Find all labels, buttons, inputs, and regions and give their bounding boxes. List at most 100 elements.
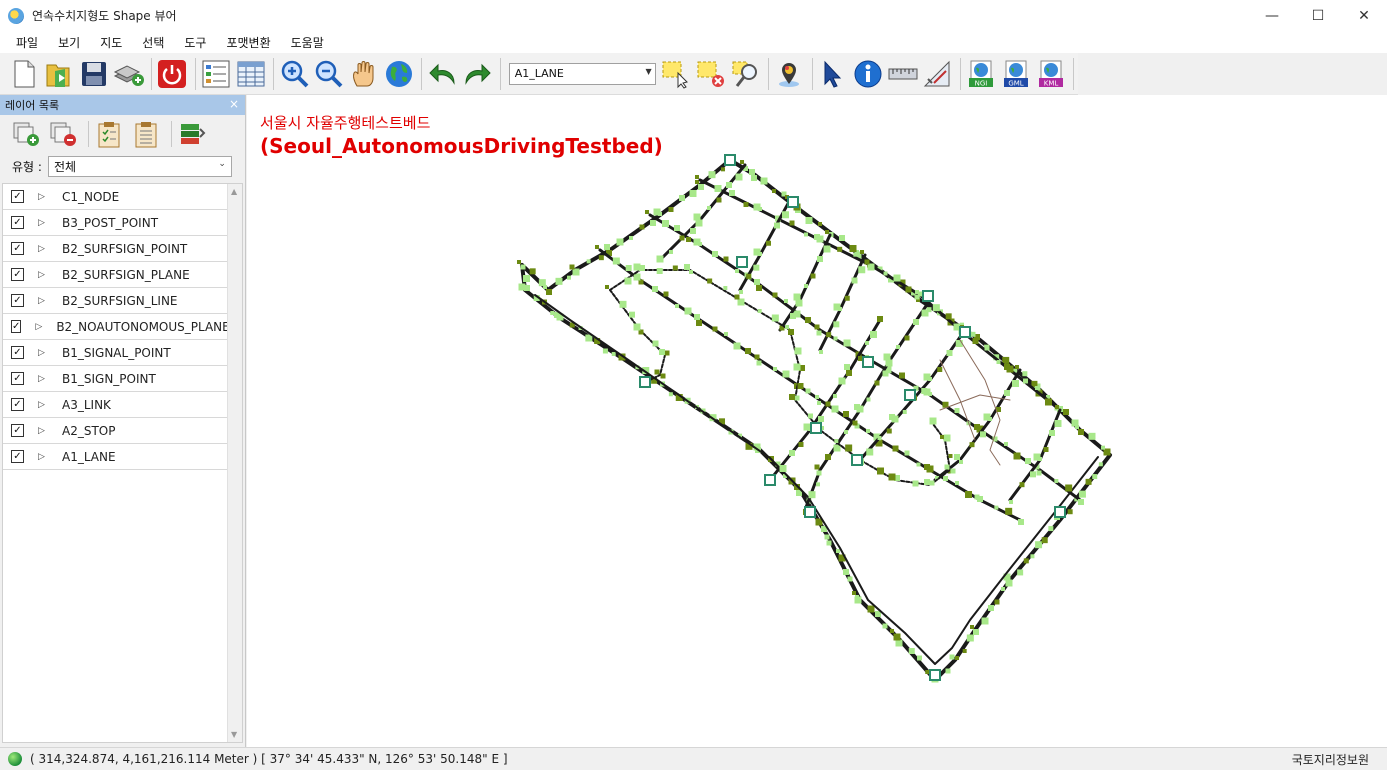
expand-arrow-icon[interactable]: ▷ [38, 374, 48, 384]
place-marker-button[interactable] [773, 57, 806, 91]
export-ngi-button[interactable]: NGI [965, 57, 998, 91]
scroll-down-icon[interactable]: ▼ [231, 730, 237, 739]
layer-visibility-checkbox[interactable]: ✓ [11, 346, 24, 359]
expand-arrow-icon[interactable]: ▷ [38, 218, 48, 228]
road-network-map[interactable] [247, 95, 1387, 747]
menu-select[interactable]: 선택 [132, 34, 174, 51]
layer-row[interactable]: ✓ ▷ B2_NOAUTONOMOUS_PLANE [3, 314, 230, 340]
road-marker [669, 250, 673, 254]
layer-visibility-checkbox[interactable]: ✓ [11, 320, 22, 333]
kml-export-icon: KML [1038, 60, 1063, 87]
map-canvas[interactable]: 서울시 자율주행테스트베드 (Seoul_AutonomousDrivingTe… [247, 95, 1387, 747]
road-marker [712, 251, 718, 257]
expand-arrow-icon[interactable]: ▷ [38, 192, 48, 202]
road-marker [1012, 380, 1019, 387]
road-marker [789, 450, 795, 456]
expand-arrow-icon[interactable]: ▷ [38, 348, 48, 358]
uncheck-all-button[interactable] [130, 119, 162, 149]
add-layer-button[interactable] [112, 57, 145, 91]
road-marker [945, 313, 952, 320]
zoom-out-button[interactable] [313, 57, 346, 91]
road-marker [972, 338, 979, 344]
road-marker [877, 436, 882, 440]
expand-arrow-icon[interactable]: ▷ [38, 296, 48, 306]
road-marker [1104, 449, 1110, 455]
measure-distance-button[interactable] [886, 57, 919, 91]
undo-button[interactable] [426, 57, 459, 91]
layer-visibility-checkbox[interactable]: ✓ [11, 450, 24, 463]
layer-visibility-checkbox[interactable]: ✓ [11, 372, 24, 385]
layer-type-select[interactable]: 전체 ⌄ [47, 155, 232, 177]
menu-format-convert[interactable]: 포맷변환 [216, 34, 280, 51]
layer-row[interactable]: ✓ ▷ B2_SURFSIGN_POINT [3, 236, 229, 262]
layer-row[interactable]: ✓ ▷ A3_LINK [3, 392, 229, 418]
export-kml-button[interactable]: KML [1034, 57, 1067, 91]
layer-visibility-checkbox[interactable]: ✓ [11, 294, 24, 307]
expand-arrow-icon[interactable]: ▷ [35, 322, 42, 332]
add-layer-panel-button[interactable] [10, 119, 42, 149]
maximize-button[interactable]: ☐ [1295, 0, 1341, 31]
remove-layer-button[interactable] [47, 119, 79, 149]
main-toolbar: A1_LANE ▼ NGI GML KML [0, 53, 1078, 95]
layer-list-button[interactable] [200, 57, 233, 91]
layer-row[interactable]: ✓ ▷ B3_POST_POINT [3, 210, 229, 236]
road-marker [757, 309, 762, 313]
open-file-button[interactable] [43, 57, 76, 91]
new-file-button[interactable] [8, 57, 41, 91]
target-layer-select[interactable]: A1_LANE ▼ [508, 62, 656, 85]
road-marker [867, 605, 875, 613]
find-feature-button[interactable] [729, 57, 762, 91]
layer-visibility-checkbox[interactable]: ✓ [11, 242, 24, 255]
layer-row[interactable]: ✓ ▷ A1_LANE [3, 444, 229, 470]
pointer-button[interactable] [817, 57, 850, 91]
save-button[interactable] [78, 57, 111, 91]
panel-close-button[interactable]: × [229, 97, 239, 111]
expand-arrow-icon[interactable]: ▷ [38, 270, 48, 280]
minimize-button[interactable]: — [1249, 0, 1295, 31]
menu-map[interactable]: 지도 [90, 34, 132, 51]
layer-visibility-checkbox[interactable]: ✓ [11, 216, 24, 229]
layer-row[interactable]: ✓ ▷ B2_SURFSIGN_PLANE [3, 262, 229, 288]
road-marker [932, 304, 940, 312]
expand-arrow-icon[interactable]: ▷ [38, 400, 48, 410]
zoom-in-button[interactable] [278, 57, 311, 91]
layer-row[interactable]: ✓ ▷ B2_SURFSIGN_LINE [3, 288, 229, 314]
scroll-up-icon[interactable]: ▲ [231, 187, 237, 196]
road-marker [867, 263, 875, 271]
clear-selection-button[interactable] [694, 57, 727, 91]
layer-row[interactable]: ✓ ▷ A2_STOP [3, 418, 229, 444]
close-window-button[interactable]: ✕ [1341, 0, 1387, 31]
expand-arrow-icon[interactable]: ▷ [38, 452, 48, 462]
layer-list-scrollbar[interactable]: ▲ ▼ [227, 184, 242, 742]
check-all-button[interactable] [93, 119, 125, 149]
layer-row[interactable]: ✓ ▷ B1_SIGNAL_POINT [3, 340, 229, 366]
layer-order-button[interactable] [176, 119, 208, 149]
expand-arrow-icon[interactable]: ▷ [38, 426, 48, 436]
exit-button[interactable] [156, 57, 189, 91]
measure-area-button[interactable] [921, 57, 954, 91]
menu-help[interactable]: 도움말 [281, 34, 334, 51]
menu-file[interactable]: 파일 [6, 34, 48, 51]
clipboard-check-icon [98, 122, 120, 148]
export-gml-button[interactable]: GML [999, 57, 1032, 91]
layer-row[interactable]: ✓ ▷ B1_SIGN_POINT [3, 366, 229, 392]
layer-visibility-checkbox[interactable]: ✓ [11, 424, 24, 437]
layer-row[interactable]: ✓ ▷ C1_NODE [3, 184, 229, 210]
road-marker [826, 332, 832, 338]
layer-visibility-checkbox[interactable]: ✓ [11, 190, 24, 203]
redo-button[interactable] [461, 57, 494, 91]
layer-visibility-checkbox[interactable]: ✓ [11, 268, 24, 281]
attribute-table-button[interactable] [235, 57, 268, 91]
road-marker [1045, 398, 1052, 406]
cursor-coordinates: ( 314,324.874, 4,161,216.114 Meter ) [ 3… [30, 752, 508, 766]
menu-tools[interactable]: 도구 [174, 34, 216, 51]
intersection-node [787, 196, 799, 208]
identify-button[interactable] [851, 57, 884, 91]
road-marker [639, 224, 645, 230]
layer-visibility-checkbox[interactable]: ✓ [11, 398, 24, 411]
full-extent-button[interactable] [383, 57, 416, 91]
pan-button[interactable] [348, 57, 381, 91]
expand-arrow-icon[interactable]: ▷ [38, 244, 48, 254]
select-features-button[interactable] [660, 57, 693, 91]
menu-view[interactable]: 보기 [48, 34, 90, 51]
